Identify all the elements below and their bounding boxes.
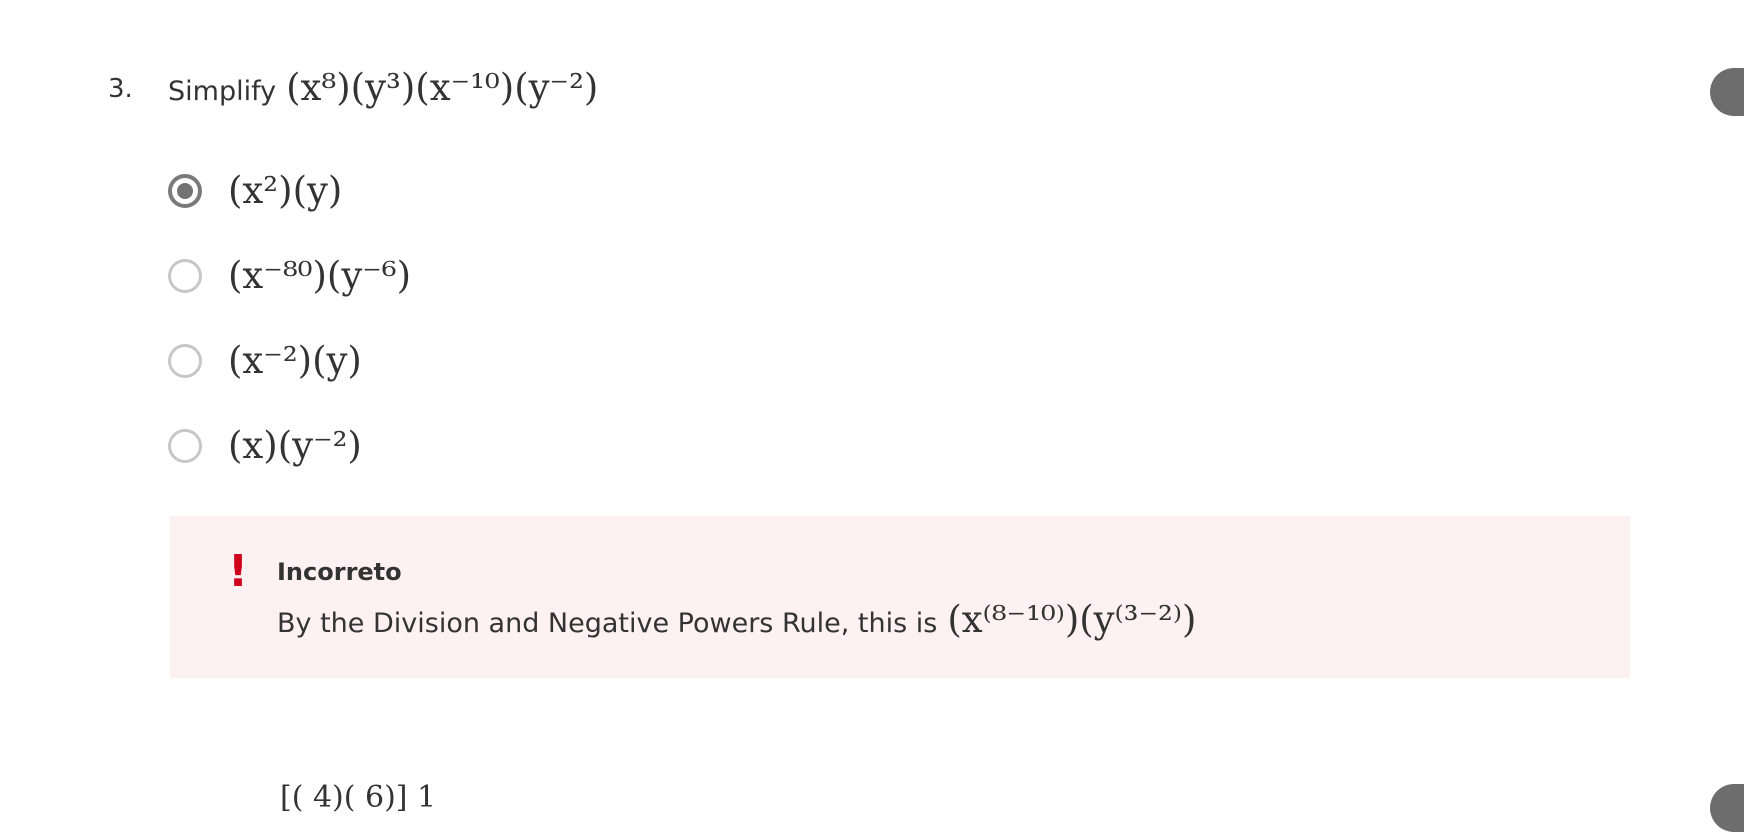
answer-option-3[interactable]: (x⁻²)(y) — [168, 318, 411, 403]
option-label[interactable]: (x⁻⁸⁰)(y⁻⁶) — [228, 254, 411, 297]
feedback-panel: ! Incorreto By the Division and Negative… — [170, 516, 1630, 678]
question-expression: (x⁸)(y³)(x⁻¹⁰)(y⁻²) — [286, 66, 599, 109]
radio-selected-icon[interactable] — [168, 173, 202, 208]
answer-option-2[interactable]: (x⁻⁸⁰)(y⁻⁶) — [168, 233, 411, 318]
answer-options: (x²)(y) (x⁻⁸⁰)(y⁻⁶) (x⁻²)(y) (x)(y⁻²) — [168, 148, 411, 488]
feedback-status: Incorreto — [277, 558, 402, 586]
question-prompt-row: Simplify (x⁸)(y³)(x⁻¹⁰)(y⁻²) — [168, 66, 598, 109]
feedback-explanation-row: By the Division and Negative Powers Rule… — [277, 598, 1196, 641]
side-tab-button[interactable] — [1710, 784, 1744, 832]
option-label[interactable]: (x)(y⁻²) — [228, 424, 362, 467]
next-question-preview: [( 4)( 6)] 1 — [280, 780, 437, 815]
radio-unselected-icon[interactable] — [168, 258, 202, 293]
option-label[interactable]: (x²)(y) — [228, 169, 342, 212]
option-label[interactable]: (x⁻²)(y) — [228, 339, 362, 382]
answer-option-4[interactable]: (x)(y⁻²) — [168, 403, 411, 488]
feedback-expression: (x⁽⁸⁻¹⁰⁾)(y⁽³⁻²⁾) — [947, 598, 1197, 641]
feedback-explanation: By the Division and Negative Powers Rule… — [277, 608, 938, 639]
question-number: 3. — [108, 74, 133, 104]
exclamation-icon: ! — [228, 546, 249, 597]
side-tab-button[interactable] — [1710, 68, 1744, 116]
radio-unselected-icon[interactable] — [168, 428, 202, 463]
answer-option-1[interactable]: (x²)(y) — [168, 148, 411, 233]
question-prompt: Simplify — [168, 76, 277, 107]
radio-unselected-icon[interactable] — [168, 343, 202, 378]
